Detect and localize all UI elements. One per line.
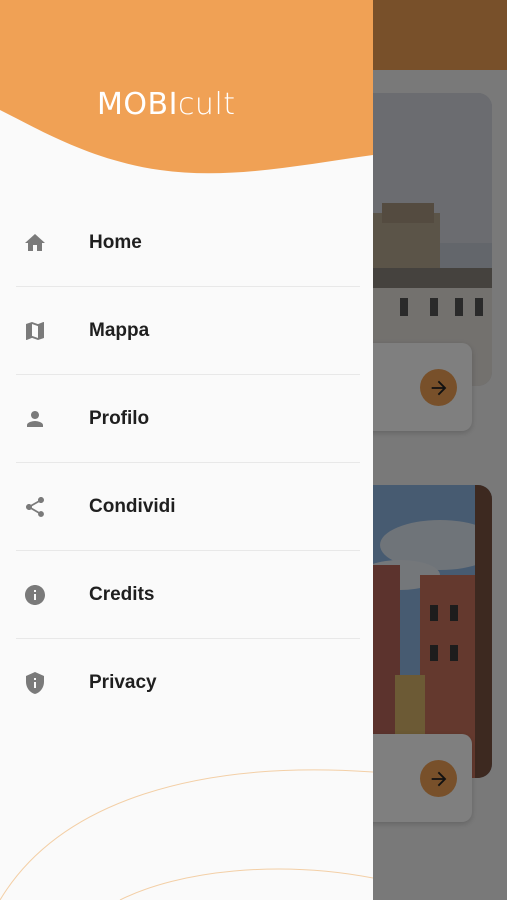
drawer-menu: Home Mappa Profilo Condividi Credits Pri… (16, 199, 360, 727)
menu-item-label: Profilo (89, 408, 150, 429)
share-icon (22, 494, 48, 520)
menu-item-mappa[interactable]: Mappa (16, 287, 360, 375)
decorative-arcs (0, 769, 373, 900)
logo-text-light: cult (177, 86, 236, 122)
mobicult-logo: MOBIcult (97, 84, 236, 124)
menu-item-label: Privacy (89, 672, 157, 693)
menu-item-label: Credits (89, 584, 155, 605)
menu-item-condividi[interactable]: Condividi (16, 463, 360, 551)
menu-item-privacy[interactable]: Privacy (16, 639, 360, 727)
menu-item-home[interactable]: Home (16, 199, 360, 287)
menu-item-label: Home (89, 232, 142, 253)
shield-icon (22, 670, 48, 696)
person-icon (22, 406, 48, 432)
menu-item-credits[interactable]: Credits (16, 551, 360, 639)
map-icon (22, 318, 48, 344)
menu-item-profilo[interactable]: Profilo (16, 375, 360, 463)
navigation-drawer: MOBIcult Home Mappa Profilo Condividi Cr… (0, 0, 373, 900)
info-icon (22, 582, 48, 608)
drawer-header: MOBIcult (0, 0, 373, 180)
home-icon (22, 230, 48, 256)
logo-text-bold: MOBI (97, 86, 178, 122)
menu-item-label: Condividi (89, 496, 176, 517)
menu-item-label: Mappa (89, 320, 150, 341)
